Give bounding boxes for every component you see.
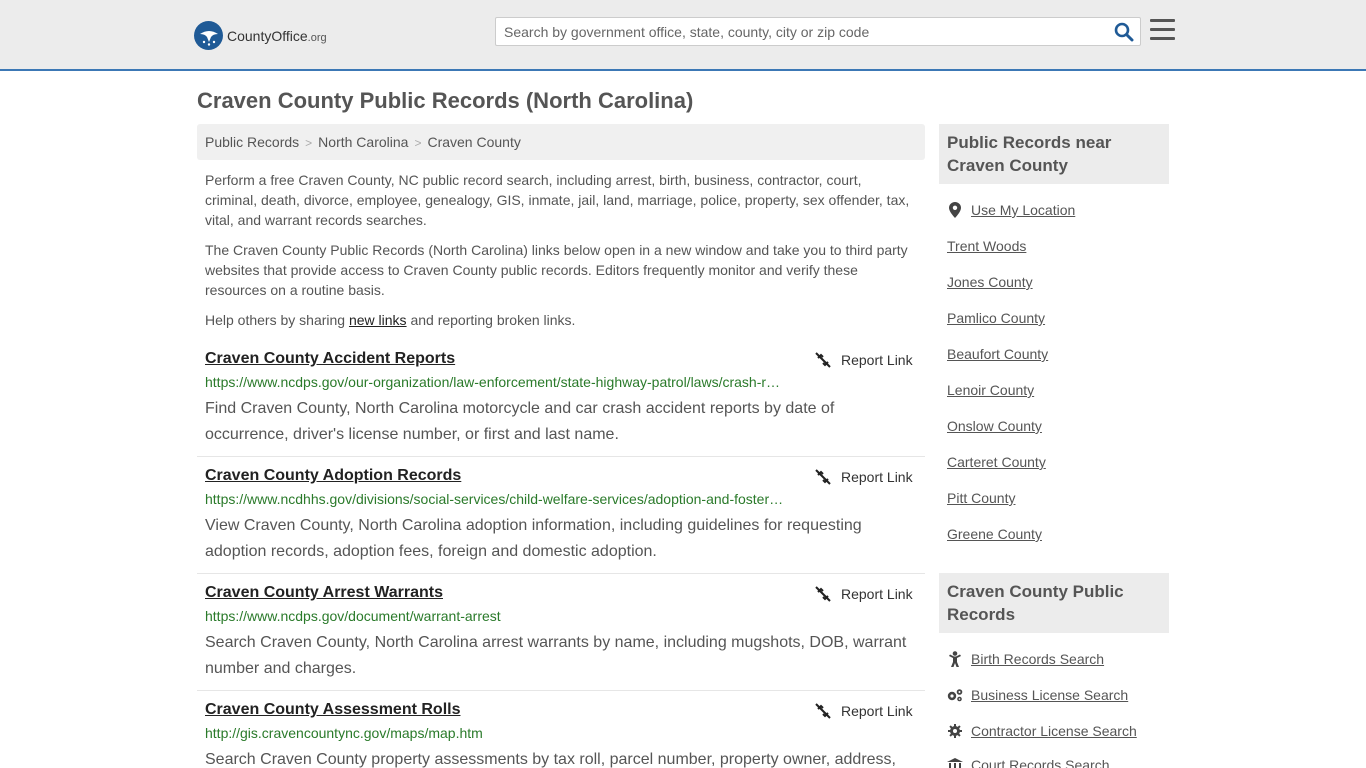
record-description: View Craven County, North Carolina adopt…: [205, 517, 862, 560]
court-records-label: Court Records Search: [971, 757, 1110, 768]
report-link-label: Report Link: [841, 352, 913, 368]
report-link-button[interactable]: Report Link: [815, 703, 913, 719]
nearby-link-onslow-county[interactable]: Onslow County: [947, 418, 1042, 434]
record-title-link[interactable]: Craven County Accident Reports: [205, 350, 455, 368]
logo-name: CountyOffice: [227, 27, 308, 44]
menu-icon-bar: [1150, 37, 1175, 40]
record-title-link[interactable]: Craven County Adoption Records: [205, 467, 461, 485]
nearby-link-pitt-county[interactable]: Pitt County: [947, 490, 1015, 506]
share-paragraph: Help others by sharing new links and rep…: [205, 310, 917, 330]
location-pin-icon: [947, 202, 963, 218]
record-description: Search Craven County, North Carolina arr…: [205, 634, 907, 677]
site-logo[interactable]: CountyOffice.org: [194, 21, 327, 50]
hamburger-menu-button[interactable]: [1150, 19, 1175, 41]
county-records-heading: Craven County Public Records: [939, 573, 1169, 633]
record-item: Craven County Adoption Records Report Li…: [197, 467, 925, 574]
report-link-button[interactable]: Report Link: [815, 469, 913, 485]
courthouse-icon: [947, 757, 963, 768]
share-text: Help others by sharing: [205, 312, 349, 328]
report-link-label: Report Link: [841, 703, 913, 719]
report-link-button[interactable]: Report Link: [815, 586, 913, 602]
breadcrumb-separator: >: [305, 136, 313, 150]
birth-records-label: Birth Records Search: [971, 651, 1105, 667]
report-link-button[interactable]: Report Link: [815, 352, 913, 368]
eagle-logo-icon: [194, 21, 223, 50]
nearby-link-jones-county[interactable]: Jones County: [947, 274, 1033, 290]
use-my-location-label: Use My Location: [971, 202, 1076, 218]
disclaimer-paragraph: The Craven County Public Records (North …: [205, 242, 908, 298]
breadcrumb-craven-county[interactable]: Craven County: [427, 134, 520, 150]
nearby-link-carteret-county[interactable]: Carteret County: [947, 454, 1046, 470]
nearby-link-trent-woods[interactable]: Trent Woods: [947, 238, 1026, 254]
intro-paragraph: Perform a free Craven County, NC public …: [205, 172, 910, 228]
baby-icon: [947, 651, 963, 667]
logo-wordmark: CountyOffice.org: [227, 28, 327, 44]
broken-link-icon: [815, 586, 831, 602]
broken-link-icon: [815, 703, 831, 719]
search-bar: [495, 17, 1141, 46]
contractor-license-search-link[interactable]: Contractor License Search: [947, 723, 1137, 739]
record-title-link[interactable]: Craven County Arrest Warrants: [205, 584, 443, 602]
nearby-link-lenoir-county[interactable]: Lenoir County: [947, 382, 1034, 398]
use-my-location-link[interactable]: Use My Location: [947, 202, 1075, 218]
record-item: Craven County Accident Reports Report Li…: [197, 350, 925, 457]
record-url: https://www.ncdhhs.gov/divisions/social-…: [205, 491, 785, 507]
breadcrumb-separator: >: [414, 136, 422, 150]
breadcrumb: Public Records > North Carolina > Craven Cou…: [197, 124, 925, 160]
nearby-link-beaufort-county[interactable]: Beaufort County: [947, 346, 1048, 362]
nearby-link-greene-county[interactable]: Greene County: [947, 526, 1042, 542]
logo-tld: .org: [307, 31, 327, 44]
record-url: http://gis.cravencountync.gov/maps/map.h…: [205, 725, 483, 741]
site-header: CountyOffice.org: [0, 0, 1366, 71]
record-item: Craven County Assessment Rolls Report Li…: [197, 701, 925, 768]
court-records-search-link[interactable]: Court Records Search: [947, 757, 1110, 768]
report-link-label: Report Link: [841, 586, 913, 602]
record-url: https://www.ncdps.gov/document/warrant-a…: [205, 608, 501, 624]
breadcrumb-public-records[interactable]: Public Records: [205, 134, 299, 150]
search-button[interactable]: [1114, 22, 1134, 42]
business-license-search-link[interactable]: Business License Search: [947, 687, 1128, 703]
record-item: Craven County Arrest Warrants Report Lin…: [197, 584, 925, 691]
page-title: Craven County Public Records (North Caro…: [197, 88, 694, 113]
search-icon: [1114, 22, 1134, 42]
share-text-end: and reporting broken links.: [406, 312, 576, 328]
broken-link-icon: [815, 352, 831, 368]
gear-icon: [947, 723, 963, 739]
menu-icon-bar: [1150, 28, 1175, 31]
broken-link-icon: [815, 469, 831, 485]
record-description: Find Craven County, North Carolina motor…: [205, 400, 835, 443]
menu-icon-bar: [1150, 19, 1175, 22]
report-link-label: Report Link: [841, 469, 913, 485]
search-input[interactable]: [496, 18, 1106, 45]
birth-records-search-link[interactable]: Birth Records Search: [947, 651, 1104, 667]
record-url: https://www.ncdps.gov/our-organization/l…: [205, 374, 785, 390]
record-title-link[interactable]: Craven County Assessment Rolls: [205, 701, 460, 719]
gears-icon: [947, 687, 963, 703]
nearby-records-heading: Public Records near Craven County: [939, 124, 1169, 184]
business-license-label: Business License Search: [971, 687, 1129, 703]
contractor-license-label: Contractor License Search: [971, 723, 1137, 739]
breadcrumb-north-carolina[interactable]: North Carolina: [318, 134, 408, 150]
record-description: Search Craven County property assessment…: [205, 751, 896, 768]
nearby-link-pamlico-county[interactable]: Pamlico County: [947, 310, 1045, 326]
new-links-link[interactable]: new links: [349, 312, 407, 328]
